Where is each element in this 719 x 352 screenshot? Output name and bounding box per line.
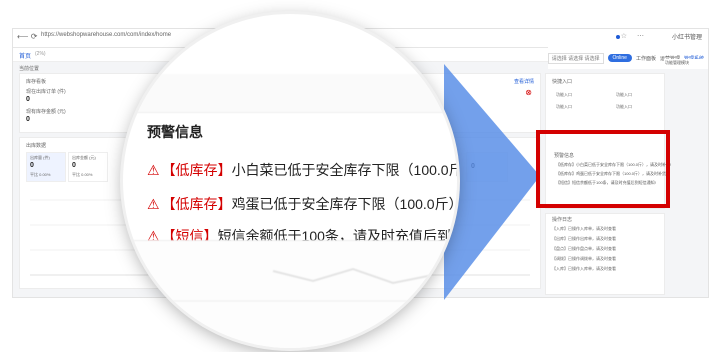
- magnifier-lens: 预警信息 ⚠【低库存】小白菜已低于安全库存下限（100.0斤），请及时补货! ⚠…: [123, 14, 457, 348]
- warning-text: 鸡蛋已低于安全库存下限（100.0斤），请及时补货!: [231, 196, 457, 212]
- warning-row-zoomed[interactable]: ⚠【低库存】鸡蛋已低于安全库存下限（100.0斤），请及时补货!: [147, 194, 457, 214]
- lens-background-top: [123, 74, 457, 113]
- alert-bell-icon: ⚠: [147, 162, 160, 178]
- warning-title-zoomed: 预警信息: [147, 124, 203, 140]
- alert-bell-icon: ⚠: [147, 196, 160, 212]
- warning-tag: 【低库存】: [161, 162, 232, 178]
- warning-tag: 【低库存】: [161, 196, 232, 212]
- warning-row-zoomed[interactable]: ⚠【低库存】小白菜已低于安全库存下限（100.0斤），请及时补货!: [147, 160, 457, 180]
- lens-background-bottom: [123, 240, 457, 348]
- warning-text: 小白菜已低于安全库存下限（100.0斤），请及时补货!: [231, 162, 457, 178]
- lens-faint-chart: [123, 267, 457, 302]
- highlight-box: [536, 130, 670, 208]
